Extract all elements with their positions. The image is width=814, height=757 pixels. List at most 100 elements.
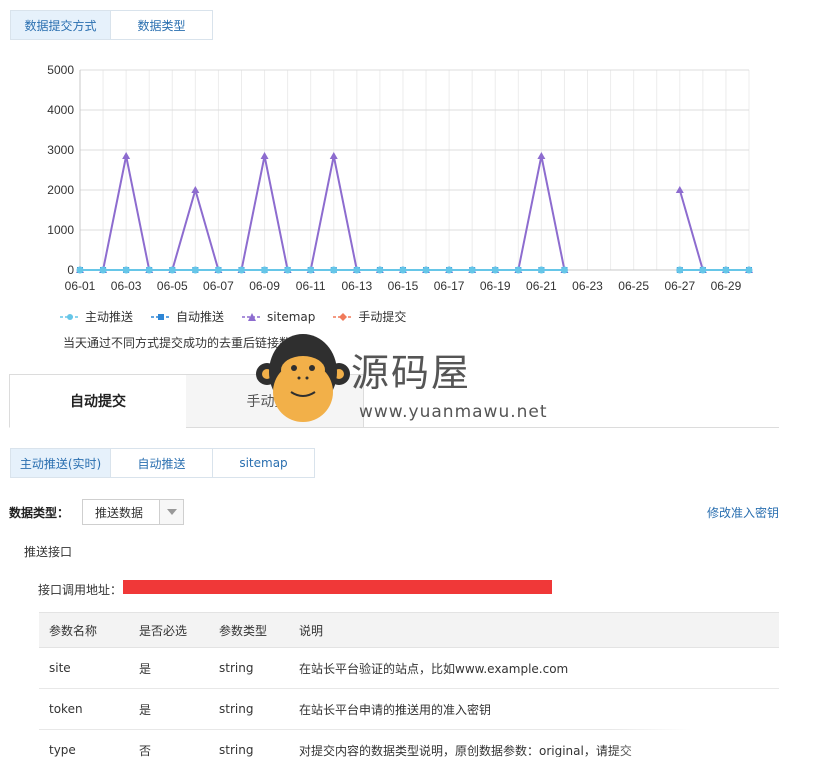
fade-overlay <box>610 728 814 757</box>
tab-active-push[interactable]: 主动推送(实时) <box>10 448 111 478</box>
chart-legend: 主动推送 自动推送 sitemap 手动提交 <box>60 308 424 325</box>
cell-description: 在站长平台验证的站点，比如www.example.com <box>299 647 779 689</box>
modify-key-link[interactable]: 修改准入密钥 <box>707 504 779 521</box>
chevron-down-icon[interactable] <box>159 500 183 524</box>
legend-item-manual-submit[interactable]: 手动提交 <box>333 308 406 325</box>
x-tick-label: 06-17 <box>434 279 465 293</box>
x-tick-label: 06-29 <box>711 279 742 293</box>
table-row: token 是 string 在站长平台申请的推送用的准入密钥 <box>39 688 779 730</box>
square-marker-icon <box>151 313 172 320</box>
data-point <box>145 266 153 274</box>
header-param-name: 参数名称 <box>39 612 139 648</box>
x-tick-label: 06-01 <box>65 279 96 293</box>
x-tick-label: 06-27 <box>664 279 695 293</box>
x-tick-label: 06-13 <box>341 279 372 293</box>
y-tick-label: 3000 <box>47 143 74 157</box>
y-tick-label: 4000 <box>47 103 74 117</box>
api-address-label: 接口调用地址： <box>38 583 123 597</box>
data-point <box>722 266 730 274</box>
cell-param-name: token <box>39 688 139 730</box>
data-point <box>745 266 753 274</box>
legend-label: 手动提交 <box>358 310 407 324</box>
cell-param-type: string <box>219 647 299 689</box>
y-tick-label: 1000 <box>47 223 74 237</box>
table-header-row: 参数名称 是否必选 参数类型 说明 <box>39 612 779 648</box>
x-tick-label: 06-11 <box>296 279 326 293</box>
data-point <box>468 266 476 274</box>
x-tick-label: 06-07 <box>203 279 234 293</box>
circle-marker-icon <box>60 313 80 320</box>
data-point <box>491 266 499 274</box>
x-tick-label: 06-05 <box>157 279 188 293</box>
tab-manual-submit[interactable]: 手动提交 <box>186 374 364 428</box>
data-point <box>537 266 545 274</box>
data-point <box>445 266 453 274</box>
data-point <box>122 266 130 274</box>
data-point <box>329 152 338 159</box>
data-point <box>514 266 522 274</box>
tab-auto-submit[interactable]: 自动提交 <box>9 374 187 428</box>
data-point <box>376 266 384 274</box>
cell-param-name: type <box>39 729 139 757</box>
legend-label: 主动推送 <box>85 310 134 324</box>
chart-note: 当天通过不同方式提交成功的去重后链接数量 <box>63 336 304 350</box>
data-point <box>422 266 430 274</box>
legend-item-sitemap[interactable]: sitemap <box>242 310 315 324</box>
x-tick-label: 06-23 <box>572 279 603 293</box>
data-type-value: 推送数据 <box>95 505 144 520</box>
data-point <box>330 266 338 274</box>
legend-label: 自动推送 <box>176 310 225 324</box>
x-tick-label: 06-25 <box>618 279 649 293</box>
submission-line-chart: 0 1000 2000 3000 4000 5000 06-01 06-03 06-05 06-0… <box>47 63 753 293</box>
data-point <box>261 266 269 274</box>
data-point <box>191 266 199 274</box>
data-point <box>122 152 131 159</box>
data-type-select[interactable]: 推送数据 <box>82 499 184 525</box>
data-point <box>699 266 707 274</box>
diamond-marker-icon <box>333 312 354 321</box>
cell-param-type: string <box>219 688 299 730</box>
x-tick-label: 06-19 <box>480 279 511 293</box>
header-param-type: 参数类型 <box>219 612 299 648</box>
submission-tabs: 数据提交方式 数据类型 <box>10 10 213 40</box>
tab-data-type[interactable]: 数据类型 <box>111 10 213 40</box>
data-point <box>260 152 269 159</box>
x-tick-label: 06-03 <box>111 279 142 293</box>
header-description: 说明 <box>299 612 779 648</box>
x-tick-label: 06-09 <box>249 279 280 293</box>
x-tick-label: 06-21 <box>526 279 557 293</box>
data-point <box>560 266 568 274</box>
cell-param-name: site <box>39 647 139 689</box>
tab-auto-push[interactable]: 自动推送 <box>111 448 213 478</box>
push-api-title: 推送接口 <box>24 545 73 559</box>
redacted-address-bar <box>123 580 552 594</box>
auto-submit-subtabs: 主动推送(实时) 自动推送 sitemap <box>10 448 315 478</box>
data-type-label: 数据类型： <box>9 506 70 520</box>
data-point <box>399 266 407 274</box>
data-point <box>353 266 361 274</box>
legend-item-active-push[interactable]: 主动推送 <box>60 308 133 325</box>
cell-description: 在站长平台申请的推送用的准入密钥 <box>299 688 779 730</box>
tab-submission-method[interactable]: 数据提交方式 <box>10 10 111 40</box>
header-required: 是否必选 <box>139 612 219 648</box>
triangle-marker-icon <box>242 312 263 321</box>
data-point <box>76 266 84 274</box>
legend-label: sitemap <box>267 309 316 324</box>
data-point <box>676 266 684 274</box>
cell-required: 否 <box>139 729 219 757</box>
y-tick-label: 0 <box>67 263 74 277</box>
data-point <box>284 266 292 274</box>
data-point <box>99 266 107 274</box>
y-tick-label: 5000 <box>47 63 74 77</box>
data-point <box>214 266 222 274</box>
tab-sitemap[interactable]: sitemap <box>213 448 315 478</box>
data-point <box>537 152 546 159</box>
submit-type-tabs: 自动提交 手动提交 <box>9 374 779 428</box>
table-row: site 是 string 在站长平台验证的站点，比如www.example.c… <box>39 647 779 689</box>
series-line-sitemap <box>80 155 566 271</box>
data-point <box>237 266 245 274</box>
legend-item-auto-push[interactable]: 自动推送 <box>151 308 224 325</box>
data-point <box>168 266 176 274</box>
cell-param-type: string <box>219 729 299 757</box>
data-point <box>307 266 315 274</box>
